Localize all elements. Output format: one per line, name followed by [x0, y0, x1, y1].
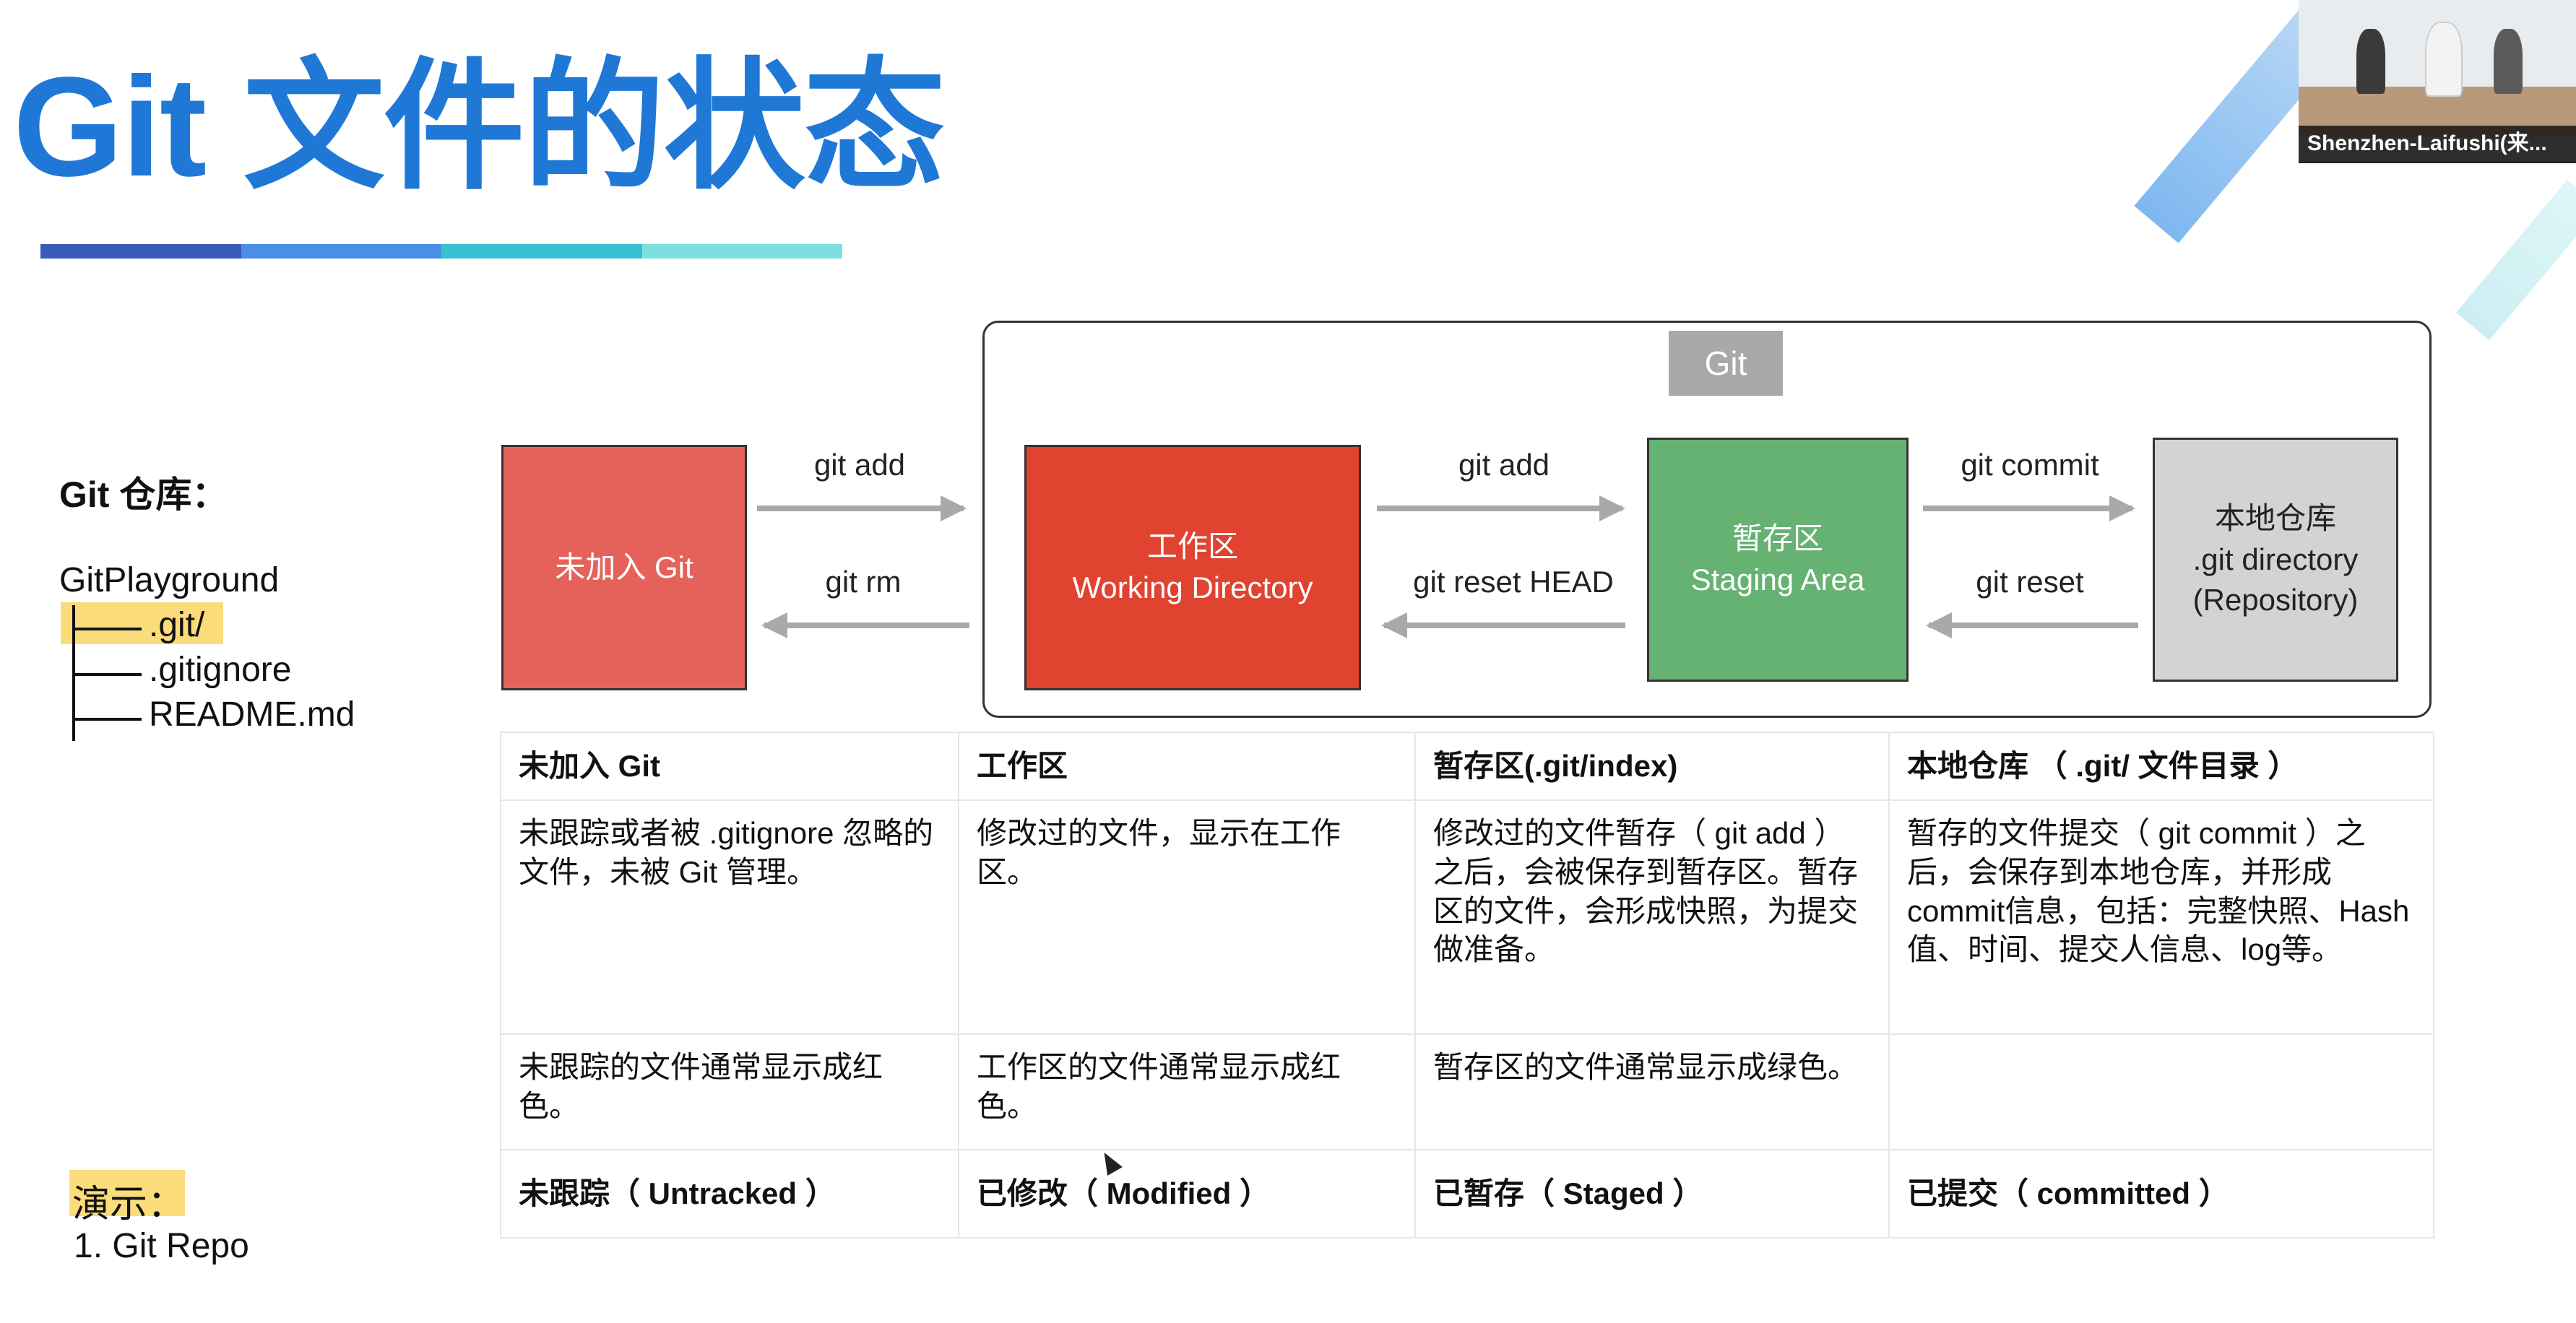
- arrow-left-icon: [761, 612, 969, 638]
- arrow-label-git-commit: git commit: [1961, 448, 2099, 482]
- arrow-right-icon: [757, 495, 967, 521]
- tree-branch-line: [72, 628, 142, 630]
- working-box-label-cn: 工作区: [1146, 529, 1238, 564]
- table-cell: 未跟踪或者被 .gitignore 忽略的文件，未被 Git 管理。: [500, 799, 959, 1035]
- table-row: 未跟踪或者被 .gitignore 忽略的文件，未被 Git 管理。 修改过的文…: [500, 799, 2434, 1035]
- table-cell: 未跟踪的文件通常显示成红色。: [500, 1033, 959, 1150]
- table-cell: 已修改（ Modified ）: [958, 1149, 1416, 1239]
- table-row: 未跟踪（ Untracked ） 已修改（ Modified ） 已暂存（ St…: [500, 1149, 2434, 1239]
- staging-box-label-cn: 暂存区: [1732, 521, 1823, 556]
- table-cell: 未跟踪（ Untracked ）: [500, 1149, 959, 1239]
- underline-segment-3: [441, 244, 642, 259]
- video-person: [2356, 29, 2385, 94]
- tree-item-gitignore: .gitignore: [149, 651, 292, 689]
- video-person: [2425, 22, 2463, 97]
- arrow-label-git-add-2: git add: [1458, 448, 1550, 482]
- arrow-left-icon: [1926, 612, 2138, 638]
- title-underline: [40, 244, 842, 259]
- repo-box-label-cn: 本地仓库: [2214, 500, 2336, 535]
- working-directory-box: 工作区 Working Directory: [1024, 445, 1361, 690]
- arrow-label-git-rm: git rm: [825, 565, 902, 599]
- file-state-table: 未加入 Git 工作区 暂存区(.git/index) 本地仓库 （ .git/…: [500, 732, 2434, 1239]
- repo-box-label-dir: .git directory: [2192, 542, 2359, 576]
- participant-video-thumbnail[interactable]: Shenzhen-Laifushi(来...: [2299, 0, 2576, 163]
- tree-branch-line: [72, 673, 142, 676]
- table-cell: 工作区的文件通常显示成红色。: [958, 1033, 1416, 1150]
- table-cell: 修改过的文件暂存（ git add ）之后，会被保存到暂存区。暂存区的文件，会形…: [1414, 799, 1890, 1035]
- underline-segment-2: [241, 244, 441, 259]
- working-box-label-en: Working Directory: [1072, 571, 1313, 604]
- arrow-label-git-reset-head: git reset HEAD: [1413, 565, 1614, 599]
- table-header-cell: 暂存区(.git/index): [1414, 732, 1890, 801]
- table-cell: 暂存的文件提交（ git commit ）之后，会保存到本地仓库，并形成comm…: [1888, 799, 2434, 1035]
- arrow-right-icon: [1923, 495, 2135, 521]
- table-cell: 已暂存（ Staged ）: [1414, 1149, 1890, 1239]
- table-cell: 已提交（ committed ）: [1888, 1149, 2434, 1239]
- table-cell: [1888, 1033, 2434, 1150]
- staging-box-label-en: Staging Area: [1690, 563, 1865, 597]
- repo-name: GitPlayground: [59, 561, 280, 599]
- git-frame-label: Git: [1669, 331, 1783, 396]
- table-header-row: 未加入 Git 工作区 暂存区(.git/index) 本地仓库 （ .git/…: [500, 732, 2434, 801]
- table-header-cell: 未加入 Git: [500, 732, 959, 801]
- untracked-box: 未加入 Git: [501, 445, 747, 690]
- repo-label: Git 仓库：: [59, 474, 228, 515]
- underline-segment-1: [40, 244, 241, 259]
- staging-area-box: 暂存区 Staging Area: [1647, 438, 1909, 682]
- table-header-cell: 工作区: [958, 732, 1416, 801]
- repo-box-label-en: (Repository): [2192, 583, 2359, 617]
- arrow-label-git-add-1: git add: [813, 448, 906, 482]
- demo-label: 演示：: [72, 1184, 186, 1226]
- underline-segment-4: [641, 244, 842, 259]
- table-header-cell: 本地仓库 （ .git/ 文件目录 ）: [1888, 732, 2434, 801]
- tree-item-readme: README.md: [149, 695, 355, 734]
- corner-decoration-stripe-2: [2455, 179, 2576, 341]
- arrow-right-icon: [1377, 495, 1625, 521]
- video-caption: Shenzhen-Laifushi(来...: [2299, 126, 2576, 162]
- tree-item-git: .git/: [149, 606, 205, 644]
- arrow-left-icon: [1381, 612, 1625, 638]
- tree-branch-line: [72, 718, 142, 721]
- untracked-box-label: 未加入 Git: [555, 550, 693, 584]
- table-cell: 修改过的文件，显示在工作区。: [958, 799, 1416, 1035]
- repository-box: 本地仓库 .git directory (Repository): [2153, 438, 2398, 682]
- table-row: 未跟踪的文件通常显示成红色。 工作区的文件通常显示成红色。 暂存区的文件通常显示…: [500, 1033, 2434, 1150]
- table-cell: 暂存区的文件通常显示成绿色。: [1414, 1033, 1890, 1150]
- demo-item: 1. Git Repo: [74, 1227, 249, 1265]
- video-person: [2494, 29, 2523, 94]
- arrow-label-git-reset: git reset: [1976, 565, 2084, 599]
- slide-title: Git 文件的状态: [13, 48, 946, 206]
